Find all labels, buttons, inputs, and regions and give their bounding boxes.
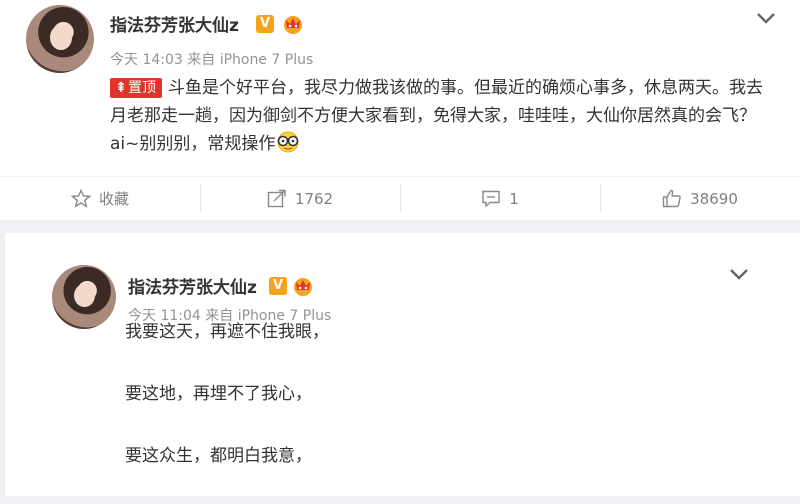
username[interactable]: 指法芬芳张大仙z — [110, 11, 239, 36]
post-line: 我要这天，再遮不住我眼， — [125, 322, 329, 342]
avatar-face — [49, 25, 72, 50]
like-count: 38690 — [690, 189, 738, 208]
comment-count: 1 — [509, 189, 519, 208]
verified-badge-icon: V — [256, 15, 274, 33]
avatar-face — [74, 284, 95, 308]
member-crown-icon — [294, 278, 312, 296]
member-crown-icon — [284, 16, 302, 34]
chevron-down-icon[interactable] — [728, 267, 750, 281]
repost-button[interactable]: 1762 — [200, 177, 400, 220]
chevron-down-icon[interactable] — [755, 11, 777, 25]
post-time[interactable]: 今天 14:03 — [110, 52, 183, 68]
verified-badge-icon: V — [269, 277, 287, 295]
post-meta: 今天 14:03 来自 iPhone 7 Plus — [110, 49, 313, 69]
favorite-label: 收藏 — [98, 190, 129, 208]
action-bar: 收藏 1762 1 38690 — [0, 177, 800, 220]
comment-icon — [482, 190, 500, 208]
like-button[interactable]: 38690 — [600, 177, 800, 220]
pin-icon: ⇞ — [115, 80, 127, 96]
favorite-button[interactable]: 收藏 — [0, 177, 200, 220]
username[interactable]: 指法芬芳张大仙z — [128, 273, 257, 298]
post-text: 斗鱼是个好平台，我尽力做我该做的事。但最近的确烦心事多，休息两天。我去月老那走一… — [110, 78, 763, 154]
star-icon — [70, 189, 91, 208]
comment-button[interactable]: 1 — [400, 177, 600, 220]
post-line: 要这地，再埋不了我心， — [125, 384, 312, 404]
post-content: 我要这天，再遮不住我眼， 要这地，再埋不了我心， 要这众生，都明白我意， — [125, 318, 725, 504]
repost-count: 1762 — [294, 189, 334, 208]
weibo-post-pinned: 指法芬芳张大仙z V 今天 14:03 来自 iPhone 7 Plus ⇞置顶… — [0, 0, 800, 220]
avatar[interactable] — [52, 265, 116, 329]
glasses-emoji-icon — [277, 131, 299, 153]
avatar[interactable] — [26, 5, 94, 73]
pinned-label: 置顶 — [128, 80, 156, 96]
post-content: ⇞置顶 斗鱼是个好平台，我尽力做我该做的事。但最近的确烦心事多，休息两天。我去月老… — [110, 74, 770, 158]
pinned-tag: ⇞置顶 — [110, 78, 162, 98]
thumbs-up-icon — [662, 189, 681, 208]
repost-icon — [267, 189, 286, 208]
post-source[interactable]: 来自 iPhone 7 Plus — [187, 52, 313, 68]
post-line: 要这众生，都明白我意， — [125, 446, 312, 466]
